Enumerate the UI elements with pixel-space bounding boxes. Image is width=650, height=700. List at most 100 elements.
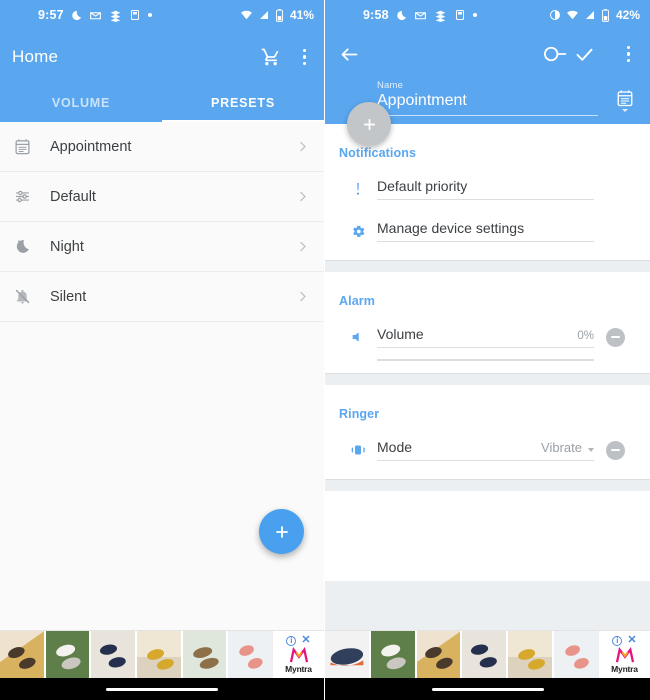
list-item-appointment[interactable]: Appointment — [0, 122, 324, 172]
edit-bar-actions — [574, 42, 637, 67]
preset-enable-toggle[interactable] — [540, 44, 574, 64]
row-label[interactable]: Mode — [377, 439, 541, 455]
ad-thumb[interactable] — [182, 631, 227, 678]
battery-percent: 42% — [615, 8, 640, 22]
chevron-down-icon — [622, 109, 628, 112]
edit-bar-row — [325, 30, 650, 78]
list-item-default[interactable]: Default — [0, 172, 324, 222]
tab-volume[interactable]: VOLUME — [0, 84, 162, 122]
gesture-pill[interactable] — [106, 687, 218, 691]
section-alarm: Alarm Volume 0% — [325, 272, 650, 373]
row-default-priority[interactable]: Default priority — [325, 164, 650, 206]
preset-name-input[interactable]: Appointment — [377, 92, 598, 116]
row-main: Manage device settings — [377, 220, 594, 242]
tab-presets[interactable]: PRESETS — [162, 84, 324, 122]
ad-thumbnails[interactable] — [325, 631, 598, 678]
ad-brand-name: Myntra — [611, 664, 638, 674]
section-divider — [325, 373, 650, 385]
calendar-picker-icon[interactable] — [612, 89, 636, 116]
battery-icon — [275, 8, 284, 22]
ad-close-icon[interactable]: ✕ — [301, 635, 310, 646]
bell-off-icon — [14, 288, 46, 305]
status-left-icons: 9:58 — [335, 8, 549, 22]
status-left-icons: 9:57 — [10, 8, 240, 22]
ad-thumb[interactable] — [508, 631, 553, 678]
ad-close-icon[interactable]: ✕ — [627, 635, 636, 646]
ad-thumbnails[interactable] — [0, 631, 272, 678]
wifi-icon — [240, 9, 253, 22]
row-trailing — [594, 440, 636, 460]
speaker-icon — [339, 329, 377, 345]
left-ad-banner[interactable]: i ✕ Myntra — [0, 630, 324, 678]
mail-icon — [89, 9, 102, 22]
volume-slider-wrap[interactable] — [325, 359, 650, 361]
myntra-logo-icon — [615, 647, 634, 663]
remove-rule-button[interactable] — [605, 327, 625, 347]
sliders-icon — [14, 188, 46, 205]
ad-thumb[interactable] — [228, 631, 272, 678]
add-rule-fab[interactable] — [347, 102, 391, 146]
ad-controls[interactable]: i ✕ — [612, 635, 637, 646]
ad-thumb[interactable] — [137, 631, 181, 678]
myntra-logo-icon — [289, 647, 308, 663]
remove-rule-button[interactable] — [605, 440, 625, 460]
mail-icon — [414, 9, 427, 22]
ad-info-icon[interactable]: i — [286, 635, 297, 646]
chevron-right-icon — [295, 289, 310, 304]
dual-screenshot-container: 9:57 41% Home VOLUME PRESETS Appointment… — [0, 0, 650, 700]
ringer-mode-value[interactable]: Vibrate — [541, 440, 582, 455]
notification-icon — [129, 9, 141, 21]
ad-brand-block[interactable]: i ✕ Myntra — [598, 631, 650, 678]
right-ad-banner[interactable]: i ✕ Myntra — [325, 630, 650, 678]
preset-name-field[interactable]: Name Appointment — [377, 80, 612, 116]
ad-thumb[interactable] — [370, 631, 415, 678]
back-arrow-icon[interactable] — [339, 44, 360, 65]
sololearn-icon — [434, 9, 447, 22]
app-bar-actions — [261, 45, 313, 70]
left-nav-bar — [0, 678, 324, 700]
gear-icon — [339, 224, 377, 239]
gesture-pill[interactable] — [431, 687, 544, 691]
row-main: Volume 0% — [377, 326, 594, 348]
chevron-right-icon — [295, 239, 310, 254]
row-manage-device-settings[interactable]: Manage device settings — [325, 206, 650, 248]
tab-bar: VOLUME PRESETS — [0, 84, 324, 122]
row-alarm-volume[interactable]: Volume 0% — [325, 312, 650, 354]
signal-icon — [584, 9, 596, 21]
ad-thumb[interactable] — [416, 631, 461, 678]
ad-thumb[interactable] — [91, 631, 136, 678]
row-ringer-mode[interactable]: Mode Vibrate — [325, 425, 650, 467]
row-label[interactable]: Volume — [377, 326, 577, 342]
ad-thumb[interactable] — [325, 631, 369, 678]
list-item-label: Appointment — [50, 138, 132, 155]
cart-icon[interactable] — [261, 47, 281, 67]
ad-info-icon[interactable]: i — [612, 635, 623, 646]
status-time: 9:57 — [38, 8, 64, 22]
volume-slider[interactable] — [377, 359, 594, 361]
left-status-bar: 9:57 41% — [0, 0, 324, 30]
ad-brand-block[interactable]: i ✕ Myntra — [272, 631, 324, 678]
ad-thumb[interactable] — [0, 631, 44, 678]
moon-icon — [14, 238, 46, 255]
section-ringer: Ringer Mode Vibrate — [325, 385, 650, 479]
left-phone-screen: 9:57 41% Home VOLUME PRESETS Appointment… — [0, 0, 325, 700]
ad-thumb[interactable] — [462, 631, 507, 678]
row-main: Default priority — [377, 178, 594, 200]
add-preset-fab[interactable] — [259, 509, 304, 554]
more-options-icon[interactable] — [621, 42, 637, 67]
row-label[interactable]: Default priority — [377, 178, 594, 194]
moon-dnd-icon — [396, 10, 407, 21]
list-item-night[interactable]: Night — [0, 222, 324, 272]
status-right-icons: 42% — [549, 8, 640, 22]
volume-value: 0% — [577, 330, 594, 342]
ad-controls[interactable]: i ✕ — [286, 635, 311, 646]
section-divider — [325, 260, 650, 272]
more-options-icon[interactable] — [297, 45, 313, 70]
check-icon[interactable] — [574, 44, 595, 65]
plus-icon — [275, 525, 288, 538]
ad-thumb[interactable] — [45, 631, 90, 678]
list-item-silent[interactable]: Silent — [0, 272, 324, 322]
row-label[interactable]: Manage device settings — [377, 220, 594, 236]
presets-list: Appointment Default Night Silent — [0, 122, 324, 630]
ad-thumb[interactable] — [554, 631, 598, 678]
